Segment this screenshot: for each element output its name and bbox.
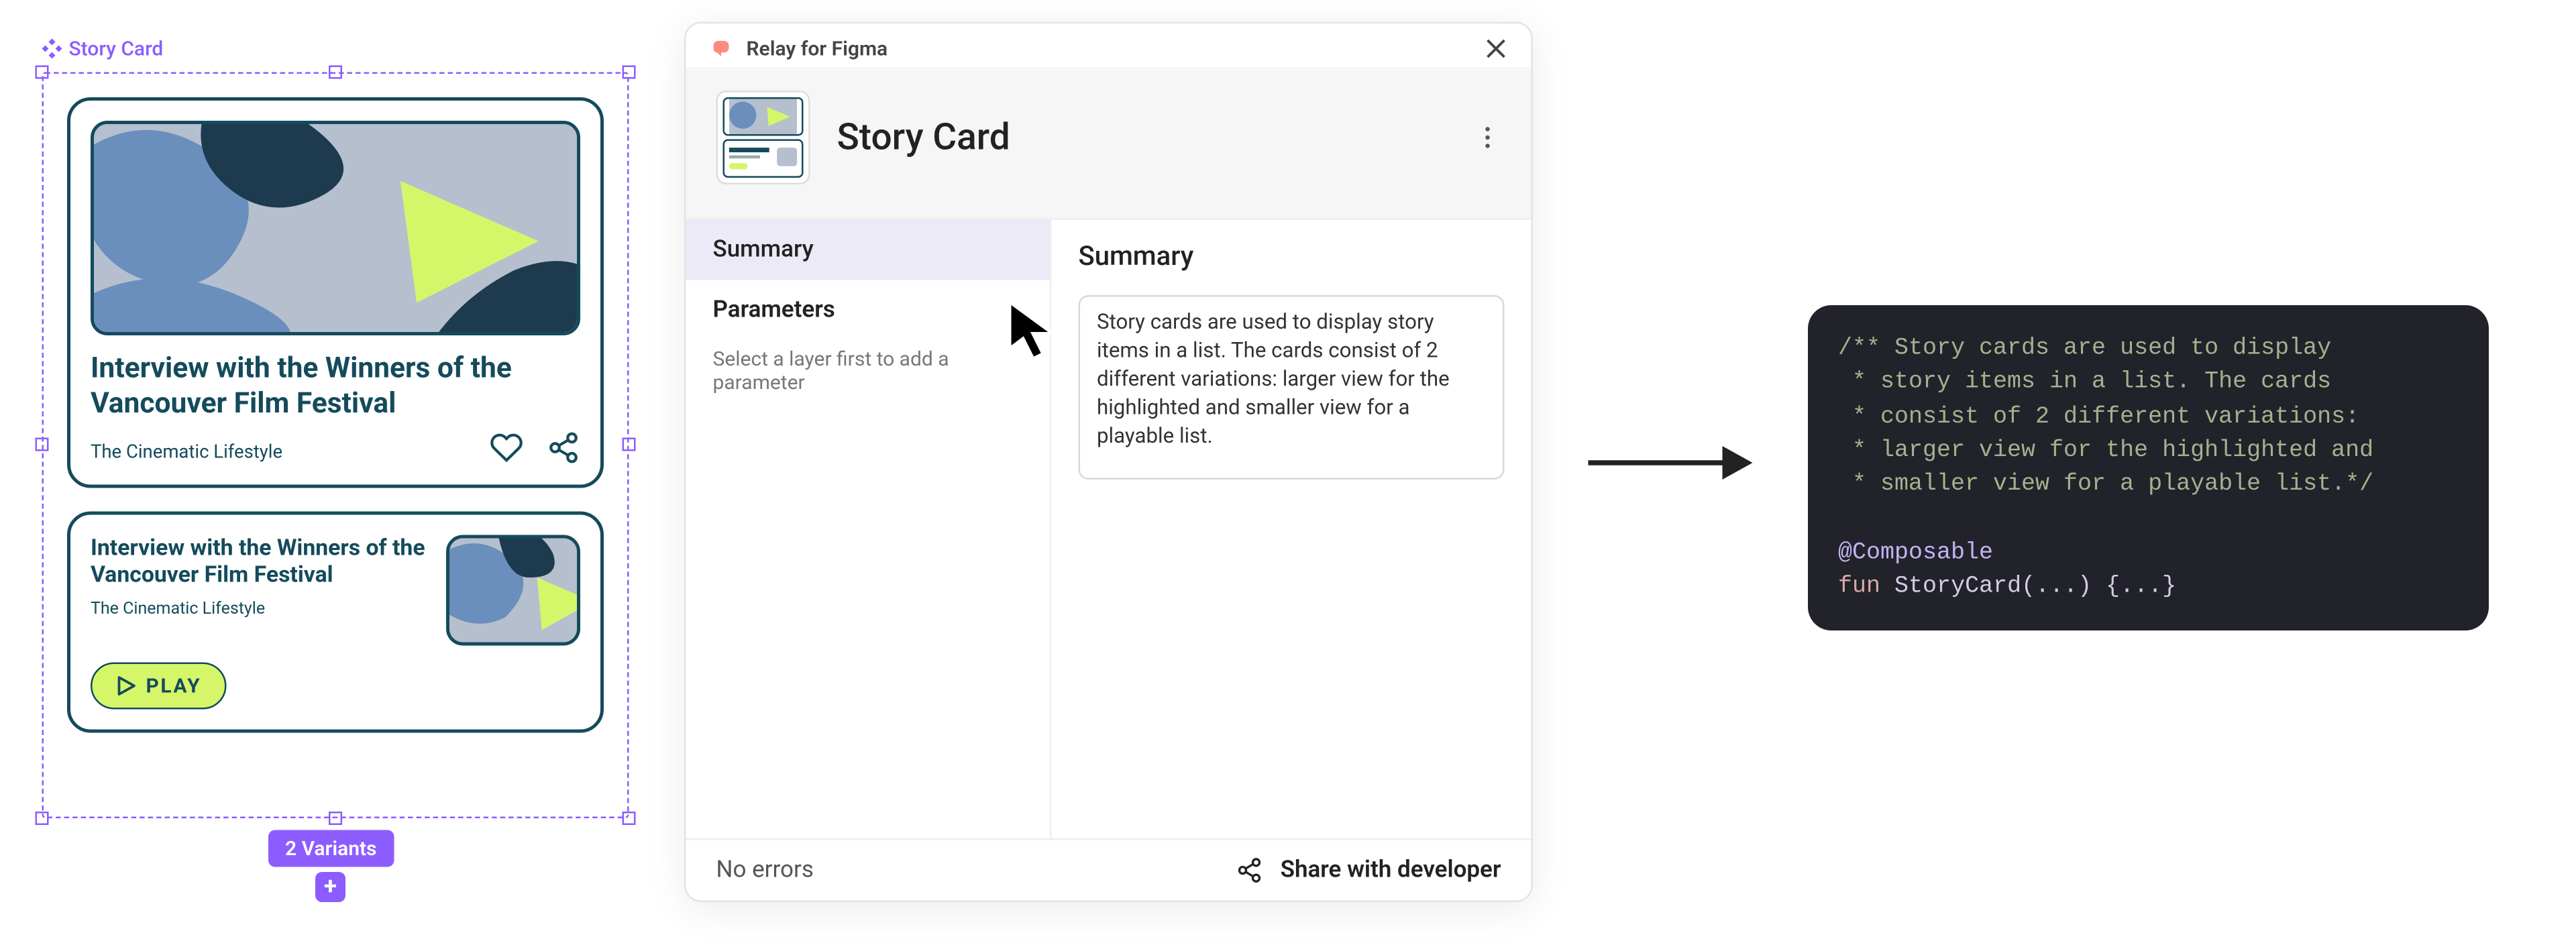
tab-summary[interactable]: Summary [686,220,1051,280]
relay-plugin-panel: Relay for Figma Story Card Summary Param… [684,22,1533,903]
figma-component-label[interactable]: Story Card [42,37,164,60]
plugin-name: Relay for Figma [747,37,888,60]
parameters-hint: Select a layer first to add a parameter [686,341,1051,411]
card-hero-image [91,121,580,335]
card-subtitle: The Cinematic Lifestyle [91,441,282,463]
arrow-icon [1585,439,1753,486]
heart-icon[interactable] [490,430,523,463]
add-variant-button[interactable]: + [315,872,345,902]
summary-textarea[interactable] [1079,295,1505,480]
code-block: /** Story cards are used to display * st… [1808,305,2489,631]
close-icon[interactable] [1485,37,1508,60]
story-card-large[interactable]: Interview with the Winners of the Vancou… [67,97,604,487]
card-subtitle: The Cinematic Lifestyle [91,601,429,620]
variants-badge[interactable]: 2 Variants [268,830,393,867]
story-card-small[interactable]: Interview with the Winners of the Vancou… [67,510,604,732]
share-icon[interactable] [547,430,580,463]
code-line: * larger view for the highlighted and [1838,437,2373,464]
share-label: Share with developer [1281,857,1501,884]
play-icon [116,675,136,695]
panel-main: Summary [1052,220,1532,839]
code-keyword: fun [1838,573,1880,600]
play-label: PLAY [146,673,202,697]
panel-sidebar: Summary Parameters Select a layer first … [686,220,1052,839]
code-line: * story items in a list. The cards [1838,370,2331,396]
panel-header: Relay for Figma [686,23,1532,67]
component-name: Story Card [69,37,164,60]
code-line: /** Story cards are used to display [1838,335,2331,362]
play-button[interactable]: PLAY [91,661,227,708]
code-line: * consist of 2 different variations: [1838,403,2359,430]
component-thumbnail [716,91,810,184]
card-thumbnail [446,534,580,645]
code-line: * smaller view for a playable list.*/ [1838,472,2373,498]
more-icon[interactable] [1474,124,1501,151]
card-title: Interview with the Winners of the Vancou… [91,534,429,590]
share-icon [1237,857,1264,884]
code-line: StoryCard(...) {...} [1880,573,2176,600]
share-with-developer-button[interactable]: Share with developer [1237,857,1501,884]
main-heading: Summary [1079,240,1505,272]
panel-footer: No errors Share with developer [686,838,1532,901]
figma-selection-frame[interactable]: Interview with the Winners of the Vancou… [42,72,629,819]
panel-component-header: Story Card [686,67,1532,220]
tab-parameters[interactable]: Parameters [686,280,1051,341]
status-text: No errors [716,857,814,884]
component-icon [42,39,62,59]
card-title: Interview with the Winners of the Vancou… [91,352,580,423]
code-annotation: @Composable [1838,539,1993,566]
component-title: Story Card [837,117,1448,159]
relay-logo-icon [710,37,733,60]
